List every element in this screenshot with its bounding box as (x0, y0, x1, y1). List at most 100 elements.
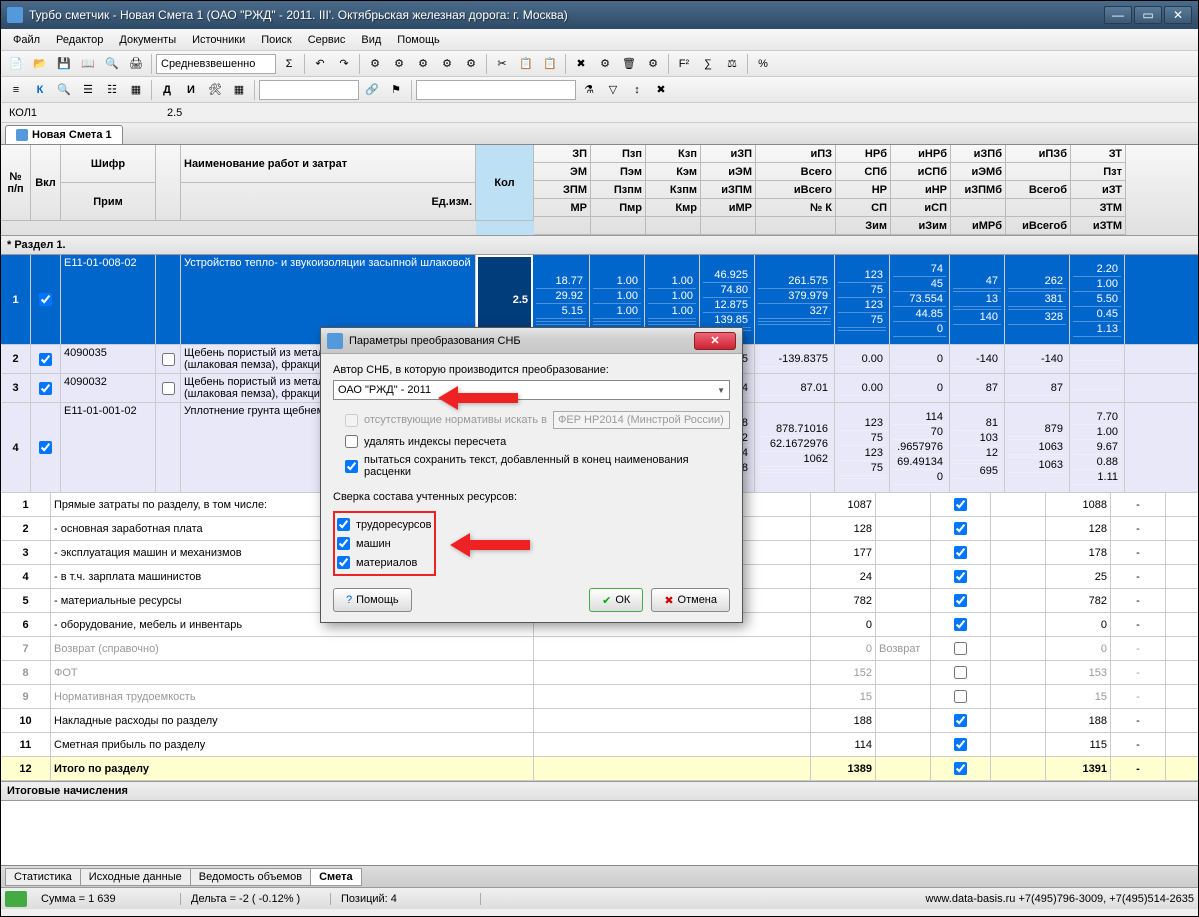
sub-tools-icon[interactable]: 🛠 (204, 79, 226, 101)
maximize-button[interactable]: ▭ (1134, 6, 1162, 24)
status-site: www.data-basis.ru +7(495)796-3009, +7(49… (926, 893, 1194, 905)
copy-icon[interactable]: 📋 (515, 53, 537, 75)
undo-icon[interactable]: ↶ (309, 53, 331, 75)
row-check[interactable] (39, 353, 52, 366)
sub-d-icon[interactable]: Д (156, 79, 178, 101)
cancel-button[interactable]: ✖Отмена (651, 588, 730, 612)
ok-button[interactable]: ✔ОК (589, 588, 643, 612)
tab-icon (16, 129, 28, 141)
percent-icon[interactable]: % (752, 53, 774, 75)
menu-help[interactable]: Помощь (389, 32, 448, 48)
calc-row[interactable]: 11Сметная прибыль по разделу114115- (1, 733, 1198, 757)
close-button[interactable]: ✕ (1164, 6, 1192, 24)
chk-mat[interactable]: материалов (337, 553, 432, 572)
opt-keep-text[interactable]: пытаться сохранить текст, добавленный в … (345, 451, 730, 481)
app-icon (7, 7, 23, 23)
col-note: Прим (61, 183, 156, 221)
tool-icon[interactable]: ⚙ (364, 53, 386, 75)
dialog-close-button[interactable]: ✕ (694, 332, 736, 350)
menu-file[interactable]: Файл (5, 32, 48, 48)
menu-view[interactable]: Вид (353, 32, 389, 48)
redo-icon[interactable]: ↷ (333, 53, 355, 75)
grid-header: №п/п Вкл Шифр Прим Наименование работ и … (1, 145, 1198, 236)
calc-row[interactable]: 7Возврат (справочно)0Возврат0- (1, 637, 1198, 661)
help-button[interactable]: ?Помощь (333, 588, 412, 612)
chk-mat-check[interactable] (337, 556, 350, 569)
menu-editor[interactable]: Редактор (48, 32, 111, 48)
snb-dialog: Параметры преобразования СНБ ✕ Автор СНБ… (320, 327, 743, 623)
tool4-icon[interactable]: ⚙ (436, 53, 458, 75)
chk-mach-check[interactable] (337, 537, 350, 550)
sub-i-icon[interactable]: И (180, 79, 202, 101)
calc-icon[interactable]: ∑ (697, 53, 719, 75)
f2-icon[interactable]: F² (673, 53, 695, 75)
book-icon[interactable]: 📖 (77, 53, 99, 75)
final-section[interactable]: Итоговые начисления (1, 781, 1198, 801)
sum-icon[interactable]: Σ (278, 53, 300, 75)
calc-row[interactable]: 12Итого по разделу13891391- (1, 757, 1198, 781)
sub-combo2[interactable] (416, 80, 576, 100)
doc-tab-1[interactable]: Новая Смета 1 (5, 125, 123, 144)
sub-list-icon[interactable]: ☷ (101, 79, 123, 101)
author-label: Автор СНБ, в которую производится преобр… (333, 364, 730, 376)
sub-search-icon[interactable]: 🔍 (53, 79, 75, 101)
btab-stats[interactable]: Статистика (5, 868, 81, 886)
menu-service[interactable]: Сервис (300, 32, 354, 48)
opt-keep-text-check[interactable] (345, 460, 358, 473)
sub-k-icon[interactable]: К (29, 79, 51, 101)
sub-flag-icon[interactable]: ⚑ (385, 79, 407, 101)
tool6-icon[interactable]: ⚙ (594, 53, 616, 75)
sub-view-icon[interactable]: ▦ (125, 79, 147, 101)
calc-row[interactable]: 10Накладные расходы по разделу188188- (1, 709, 1198, 733)
cut-icon[interactable]: ✂ (491, 53, 513, 75)
chk-labor-check[interactable] (337, 518, 350, 531)
opt-missing: отсутствующие нормативы искать в ФЕР НР2… (345, 408, 730, 432)
sub-link-icon[interactable]: 🔗 (361, 79, 383, 101)
opt-missing-check (345, 414, 358, 427)
tool7-icon[interactable]: 🗑 (618, 53, 640, 75)
opt-del-idx-check[interactable] (345, 435, 358, 448)
new-icon[interactable]: 📄 (5, 53, 27, 75)
row-check[interactable] (39, 293, 52, 306)
sub-tab-icon[interactable]: ▦ (228, 79, 250, 101)
delete-icon[interactable]: ✖ (570, 53, 592, 75)
tab-label: Новая Смета 1 (32, 129, 112, 141)
sub-tree-icon[interactable]: ☰ (77, 79, 99, 101)
calc-row[interactable]: 9Нормативная трудоемкость1515- (1, 685, 1198, 709)
paste-icon[interactable]: 📋 (539, 53, 561, 75)
btab-volumes[interactable]: Ведомость объемов (190, 868, 311, 886)
btab-source[interactable]: Исходные данные (80, 868, 191, 886)
author-combo[interactable]: ОАО "РЖД" - 2011 (333, 380, 730, 400)
col-qty: Кол (476, 145, 534, 221)
open-icon[interactable]: 📂 (29, 53, 51, 75)
tool3-icon[interactable]: ⚙ (412, 53, 434, 75)
row-check[interactable] (39, 441, 52, 454)
tool2-icon[interactable]: ⚙ (388, 53, 410, 75)
menu-documents[interactable]: Документы (111, 32, 184, 48)
tool5-icon[interactable]: ⚙ (460, 53, 482, 75)
btab-estimate[interactable]: Смета (310, 868, 362, 886)
balance-icon[interactable]: ⚖ (721, 53, 743, 75)
sub-filter-icon[interactable]: ⚗ (578, 79, 600, 101)
opt-del-idx[interactable]: удалять индексы пересчета (345, 432, 730, 451)
sub-combo1[interactable] (259, 80, 359, 100)
sub-sort-icon[interactable]: ↕ (626, 79, 648, 101)
menu-search[interactable]: Поиск (253, 32, 299, 48)
sub1-icon[interactable]: ≡ (5, 79, 27, 101)
save-icon[interactable]: 💾 (53, 53, 75, 75)
print-icon[interactable]: 🖨 (125, 53, 147, 75)
preview-icon[interactable]: 🔍 (101, 53, 123, 75)
section-header[interactable]: * Раздел 1. (1, 236, 1198, 255)
chk-mach[interactable]: машин (337, 534, 432, 553)
menu-sources[interactable]: Источники (184, 32, 253, 48)
col-code: Шифр (61, 145, 156, 183)
sub-funnel-icon[interactable]: ▽ (602, 79, 624, 101)
chk-labor[interactable]: трудоресурсов (337, 515, 432, 534)
weight-combo[interactable]: Средневзвешенно (156, 54, 276, 74)
sub-clear-icon[interactable]: ✖ (650, 79, 672, 101)
minimize-button[interactable]: — (1104, 6, 1132, 24)
window-title: Турбо сметчик - Новая Смета 1 (ОАО "РЖД"… (29, 8, 1104, 22)
calc-row[interactable]: 8ФОТ152153- (1, 661, 1198, 685)
row-check[interactable] (39, 382, 52, 395)
tool8-icon[interactable]: ⚙ (642, 53, 664, 75)
